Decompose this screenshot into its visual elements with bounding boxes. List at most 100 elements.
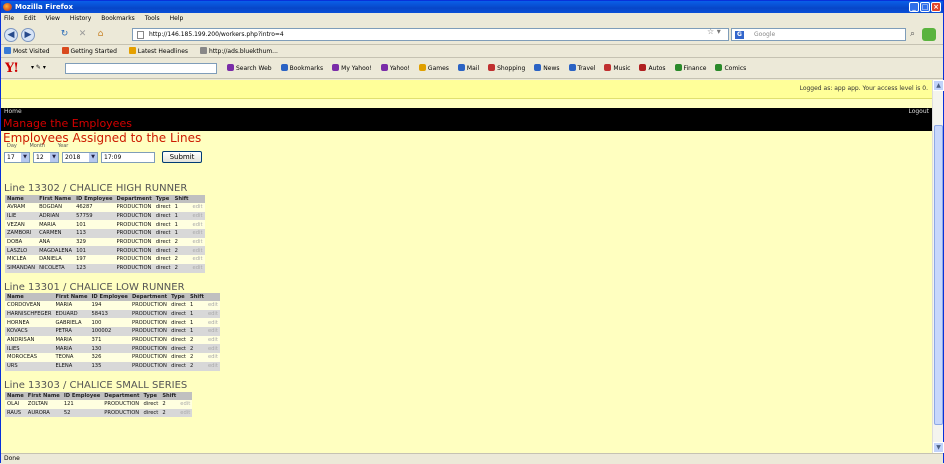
table-cell: 57759 [74,211,115,221]
table-cell: 1 [187,327,206,336]
menu-tools[interactable]: Tools [145,13,160,24]
edit-link[interactable]: edit [178,408,193,418]
bookmark-item[interactable]: Most Visited [4,46,50,57]
yahoo-menu-icon[interactable]: ▾ ✎ ▾ [31,64,46,71]
table-cell: BOGDAN [37,203,75,212]
yahoo-item-news[interactable]: News [534,58,560,79]
scroll-down-icon[interactable]: ▼ [933,442,944,453]
table-cell: EDUARD [53,309,90,319]
edit-link[interactable]: edit [190,220,205,230]
menu-edit[interactable]: Edit [24,13,36,24]
yahoo-item-shopping[interactable]: Shopping [488,58,525,79]
column-header: First Name [25,392,62,400]
edit-link[interactable]: edit [205,301,220,310]
menu-view[interactable]: View [46,13,60,24]
year-select[interactable]: 2018 ▼ [62,151,98,163]
vertical-scrollbar[interactable]: ▲ ▼ [932,80,944,453]
bookmark-item[interactable]: Getting Started [61,46,117,57]
menu-bar: File Edit View History Bookmarks Tools H… [1,13,943,24]
edit-link[interactable]: edit [190,237,205,247]
edit-link[interactable]: edit [178,400,193,409]
yahoo-item-bookmarks[interactable]: Bookmarks [280,58,323,79]
table-cell: MAGDALENA [37,246,75,256]
edit-link[interactable]: edit [205,318,220,328]
menu-history[interactable]: History [70,13,91,24]
bookmark-item[interactable]: Latest Headlines [128,46,188,57]
yahoo-item-label: Finance [683,65,707,72]
edit-link[interactable]: edit [205,309,220,319]
table-cell: 113 [74,229,115,238]
employees-table-13301: Name First Name ID Employee Department Type S… [5,293,220,371]
column-header: Shift [187,293,206,301]
edit-link[interactable]: edit [205,344,220,354]
yahoo-search-input[interactable] [65,63,217,74]
yahoo-item-autos[interactable]: Autos [639,58,666,79]
yahoo-item-finance[interactable]: Finance [674,58,707,79]
bookmark-item[interactable]: http://ads.bluekthum... [200,46,278,57]
table-cell: CORDOVEAN [5,301,54,310]
edit-link[interactable]: edit [190,203,205,212]
edit-link[interactable]: edit [205,361,220,371]
yahoo-item-label: Music [613,65,631,72]
yahoo-item-travel[interactable]: Travel [568,58,595,79]
maximize-icon[interactable]: □ [920,2,930,12]
scrollbar-thumb[interactable] [934,125,943,425]
submit-button[interactable]: Submit [162,151,202,163]
yahoo-logo[interactable]: Y! [5,61,19,76]
yahoo-item-mail[interactable]: Mail [457,58,479,79]
edit-link[interactable]: edit [205,353,220,362]
title-bar: Mozilla Firefox _ □ × [1,1,943,13]
table-cell: 100 [89,318,130,328]
menu-help[interactable]: Help [170,13,184,24]
yahoo-item-yahoo[interactable]: Yahoo! [380,58,410,79]
addon-green-icon[interactable] [922,28,936,41]
manage-title: Manage the Employees [3,117,132,130]
search-box[interactable]: G Google [731,28,906,41]
url-bar[interactable]: http://146.185.199.200/workers.php?intro… [132,28,729,41]
forward-arrow-icon[interactable]: ▶ [21,28,35,42]
yahoo-item-music[interactable]: Music [604,58,630,79]
edit-link[interactable]: edit [205,327,220,336]
edit-link[interactable]: edit [190,263,205,273]
scroll-up-icon[interactable]: ▲ [933,80,944,91]
table-cell: 197 [74,255,115,264]
table-row: ZAMBORI CARMEN 113 PRODUCTION direct 1 edit [5,229,205,238]
menu-bookmarks[interactable]: Bookmarks [101,13,135,24]
table-cell: direct [153,229,173,238]
minimize-icon[interactable]: _ [909,2,919,12]
table-row: MICLEA DANIELA 197 PRODUCTION direct 2 edit [5,255,205,264]
time-input[interactable]: 17:09 [101,151,155,163]
logout-link[interactable]: Logout [908,108,929,115]
table-cell: direct [169,361,188,371]
search-icon[interactable]: ⌕ [910,29,915,39]
yahoo-toolbar: Y! ▾ ✎ ▾ Search Web Bookmarks My Yahoo! Yah… [1,58,943,79]
yahoo-item-comics[interactable]: Comics [715,58,746,79]
day-select[interactable]: 17 ▼ [4,151,30,163]
menu-file[interactable]: File [4,13,14,24]
yahoo-item-games[interactable]: Games [418,58,449,79]
table-row: MOROCEAS TEONA 326 PRODUCTION direct 2 edit [5,353,220,362]
home-link[interactable]: Home [4,108,22,115]
home-icon[interactable]: ⌂ [95,29,106,40]
table-cell: 130 [89,344,130,354]
edit-link[interactable]: edit [205,335,220,345]
yahoo-item-my-yahoo[interactable]: My Yahoo! [332,58,372,79]
yahoo-item-search-web[interactable]: Search Web [227,58,272,79]
status-text: Done [4,455,20,462]
status-bar: Done [1,453,943,463]
stop-icon[interactable]: ✕ [77,29,88,40]
bookmark-star-icon[interactable]: ☆ ▾ [707,27,721,36]
table-cell: URS [5,361,54,371]
edit-link[interactable]: edit [190,246,205,256]
yahoo-item-label: Search Web [236,65,272,72]
edit-link[interactable]: edit [190,211,205,221]
table-cell: TEONA [53,353,90,362]
chevron-down-icon: ▼ [50,152,58,162]
reload-icon[interactable]: ↻ [59,29,70,40]
edit-link[interactable]: edit [190,255,205,264]
close-icon[interactable]: × [931,2,941,12]
edit-link[interactable]: edit [190,229,205,238]
month-select[interactable]: 12 ▼ [33,151,59,163]
table-cell: PRODUCTION [129,318,170,328]
back-arrow-icon[interactable]: ◀ [4,28,18,42]
